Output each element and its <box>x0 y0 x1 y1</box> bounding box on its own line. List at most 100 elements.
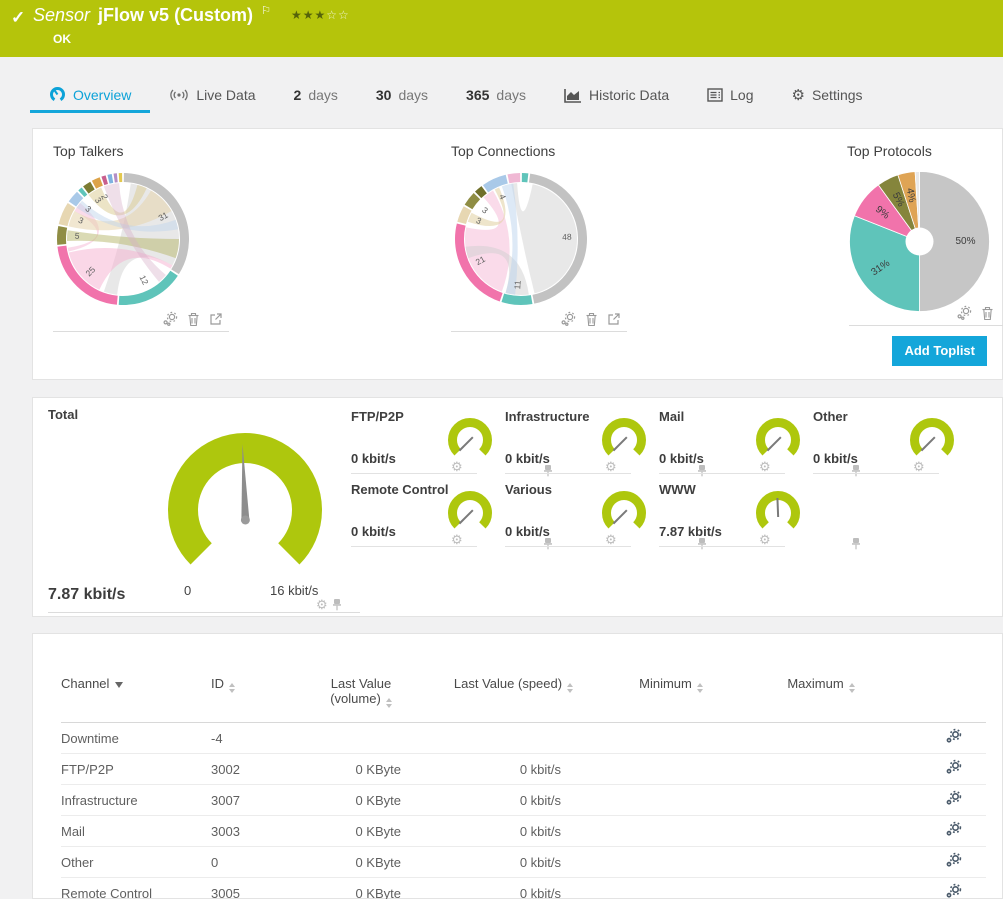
pin-icon[interactable] <box>332 598 342 611</box>
tab-2-days[interactable]: 2 days <box>275 78 357 113</box>
channel-settings-icon[interactable] <box>945 852 962 869</box>
cell-id: 3002 <box>211 754 291 785</box>
cell-actions <box>896 754 986 785</box>
channel-settings-icon[interactable] <box>945 728 962 745</box>
column-header-maximum[interactable]: Maximum <box>746 676 896 723</box>
cell-maximum <box>746 723 896 754</box>
toplist-settings-icon[interactable] <box>162 311 178 327</box>
cell-last-value-speed: 0 kbit/s <box>431 754 596 785</box>
column-label: Last Value <box>331 676 391 691</box>
tab-log[interactable]: Log <box>688 78 772 113</box>
toplists-panel: Top Talkers 31122553332 <box>32 128 1003 380</box>
sort-icon <box>697 683 703 693</box>
add-toplist-button[interactable]: Add Toplist <box>892 336 987 366</box>
sort-icon <box>386 698 392 708</box>
gauges-panel: Total 0 16 kbit/s 7.87 kbit/s ⚙ FTP/P2P … <box>32 397 1003 617</box>
tab-overview[interactable]: Overview <box>30 77 150 113</box>
toplist-settings-icon[interactable] <box>560 311 576 327</box>
tab-number: 30 <box>376 87 392 103</box>
divider <box>48 612 360 613</box>
column-label: Last Value (speed) <box>454 676 562 691</box>
gauge-settings-icon[interactable]: ⚙ <box>759 533 771 546</box>
cell-minimum <box>596 847 746 878</box>
table-row[interactable]: Remote Control 3005 0 KByte 0 kbit/s <box>61 878 986 899</box>
divider <box>53 331 229 332</box>
gauge-settings-icon[interactable]: ⚙ <box>913 460 925 473</box>
pin-icon[interactable] <box>851 537 861 550</box>
tab-bar: Overview Live Data 2 days 30 days 365 da… <box>0 57 1003 113</box>
channel-gauge-block: Remote Control 0 kbit/s ⚙ <box>351 480 505 553</box>
delete-toplist-icon[interactable] <box>187 312 200 327</box>
table-row[interactable]: Downtime -4 <box>61 723 986 754</box>
tab-label: Overview <box>73 87 131 103</box>
stars-filled[interactable]: ★★★ <box>291 8 326 22</box>
flag-icon[interactable]: ⚐ <box>261 4 271 17</box>
priority-stars[interactable]: ★★★☆☆ <box>291 8 350 22</box>
top-protocols-pie-chart[interactable]: 50%31%9%5%4% <box>847 169 992 314</box>
column-header-id[interactable]: ID <box>211 676 291 723</box>
open-toplist-icon[interactable] <box>607 312 621 326</box>
gauge-settings-icon[interactable]: ⚙ <box>316 598 328 611</box>
delete-toplist-icon[interactable] <box>585 312 598 327</box>
toplist-actions <box>956 305 1003 321</box>
gauge-actions: ⚙ <box>605 533 617 546</box>
tab-historic-data[interactable]: Historic Data <box>545 78 688 113</box>
channel-settings-icon[interactable] <box>945 821 962 838</box>
cell-last-value-volume: 0 KByte <box>291 816 431 847</box>
column-label: Channel <box>61 676 109 691</box>
tab-365-days[interactable]: 365 days <box>447 78 545 113</box>
cell-id: 3007 <box>211 785 291 816</box>
gauge-settings-icon[interactable]: ⚙ <box>759 460 771 473</box>
cell-channel: Infrastructure <box>61 785 211 816</box>
column-header-channel[interactable]: Channel <box>61 676 211 723</box>
gauge-settings-icon[interactable]: ⚙ <box>605 460 617 473</box>
stars-empty[interactable]: ☆☆ <box>326 8 350 22</box>
tab-label: days <box>496 87 526 103</box>
open-toplist-icon[interactable] <box>209 312 223 326</box>
delete-toplist-icon[interactable] <box>981 306 994 321</box>
tab-settings[interactable]: ⚙ Settings <box>772 78 881 113</box>
table-row[interactable]: Infrastructure 3007 0 KByte 0 kbit/s <box>61 785 986 816</box>
cell-last-value-speed: 0 kbit/s <box>431 878 596 899</box>
column-label: ID <box>211 676 224 691</box>
gauge-settings-icon[interactable]: ⚙ <box>451 460 463 473</box>
svg-text:5: 5 <box>74 231 80 241</box>
top-talkers-chord-chart[interactable]: 31122553332 <box>53 169 193 309</box>
cell-last-value-volume: 0 KByte <box>291 847 431 878</box>
divider <box>451 331 627 332</box>
cell-actions <box>896 723 986 754</box>
table-row[interactable]: Other 0 0 KByte 0 kbit/s <box>61 847 986 878</box>
tab-label: Settings <box>812 87 863 103</box>
area-chart-icon <box>564 88 582 103</box>
cell-last-value-volume: 0 KByte <box>291 785 431 816</box>
channel-settings-icon[interactable] <box>945 759 962 776</box>
cell-last-value-volume <box>291 723 431 754</box>
channel-gauge-block: Other 0 kbit/s ⚙ <box>813 407 967 480</box>
cell-minimum <box>596 816 746 847</box>
channel-settings-icon[interactable] <box>945 790 962 807</box>
tab-30-days[interactable]: 30 days <box>357 78 447 113</box>
cell-minimum <box>596 878 746 899</box>
cell-channel: Other <box>61 847 211 878</box>
cell-actions <box>896 785 986 816</box>
column-header-minimum[interactable]: Minimum <box>596 676 746 723</box>
gauge-actions: ⚙ <box>451 533 463 546</box>
gauge-settings-icon[interactable]: ⚙ <box>605 533 617 546</box>
table-row[interactable]: Mail 3003 0 KByte 0 kbit/s <box>61 816 986 847</box>
gauge-value: 0 kbit/s <box>351 524 396 539</box>
top-connections-chord-chart[interactable]: 481121334 <box>451 169 591 309</box>
channel-settings-icon[interactable] <box>945 883 962 899</box>
toplist-settings-icon[interactable] <box>956 305 972 321</box>
cell-last-value-volume: 0 KByte <box>291 754 431 785</box>
column-header-last-value-volume[interactable]: Last Value (volume) <box>291 676 431 723</box>
tab-live-data[interactable]: Live Data <box>150 78 274 113</box>
gear-icon: ⚙ <box>791 88 804 103</box>
channel-gauge-block: Mail 0 kbit/s ⚙ <box>659 407 813 480</box>
toplist-top-connections: Top Connections 481121334 <box>451 143 659 159</box>
channel-table-panel: Channel ID Last Value (volume) Last Valu… <box>32 633 1003 899</box>
channel-gauge-block: WWW 7.87 kbit/s ⚙ <box>659 480 813 553</box>
gauge-settings-icon[interactable]: ⚙ <box>451 533 463 546</box>
table-row[interactable]: FTP/P2P 3002 0 KByte 0 kbit/s <box>61 754 986 785</box>
column-header-last-value-speed[interactable]: Last Value (speed) <box>431 676 596 723</box>
cell-maximum <box>746 847 896 878</box>
